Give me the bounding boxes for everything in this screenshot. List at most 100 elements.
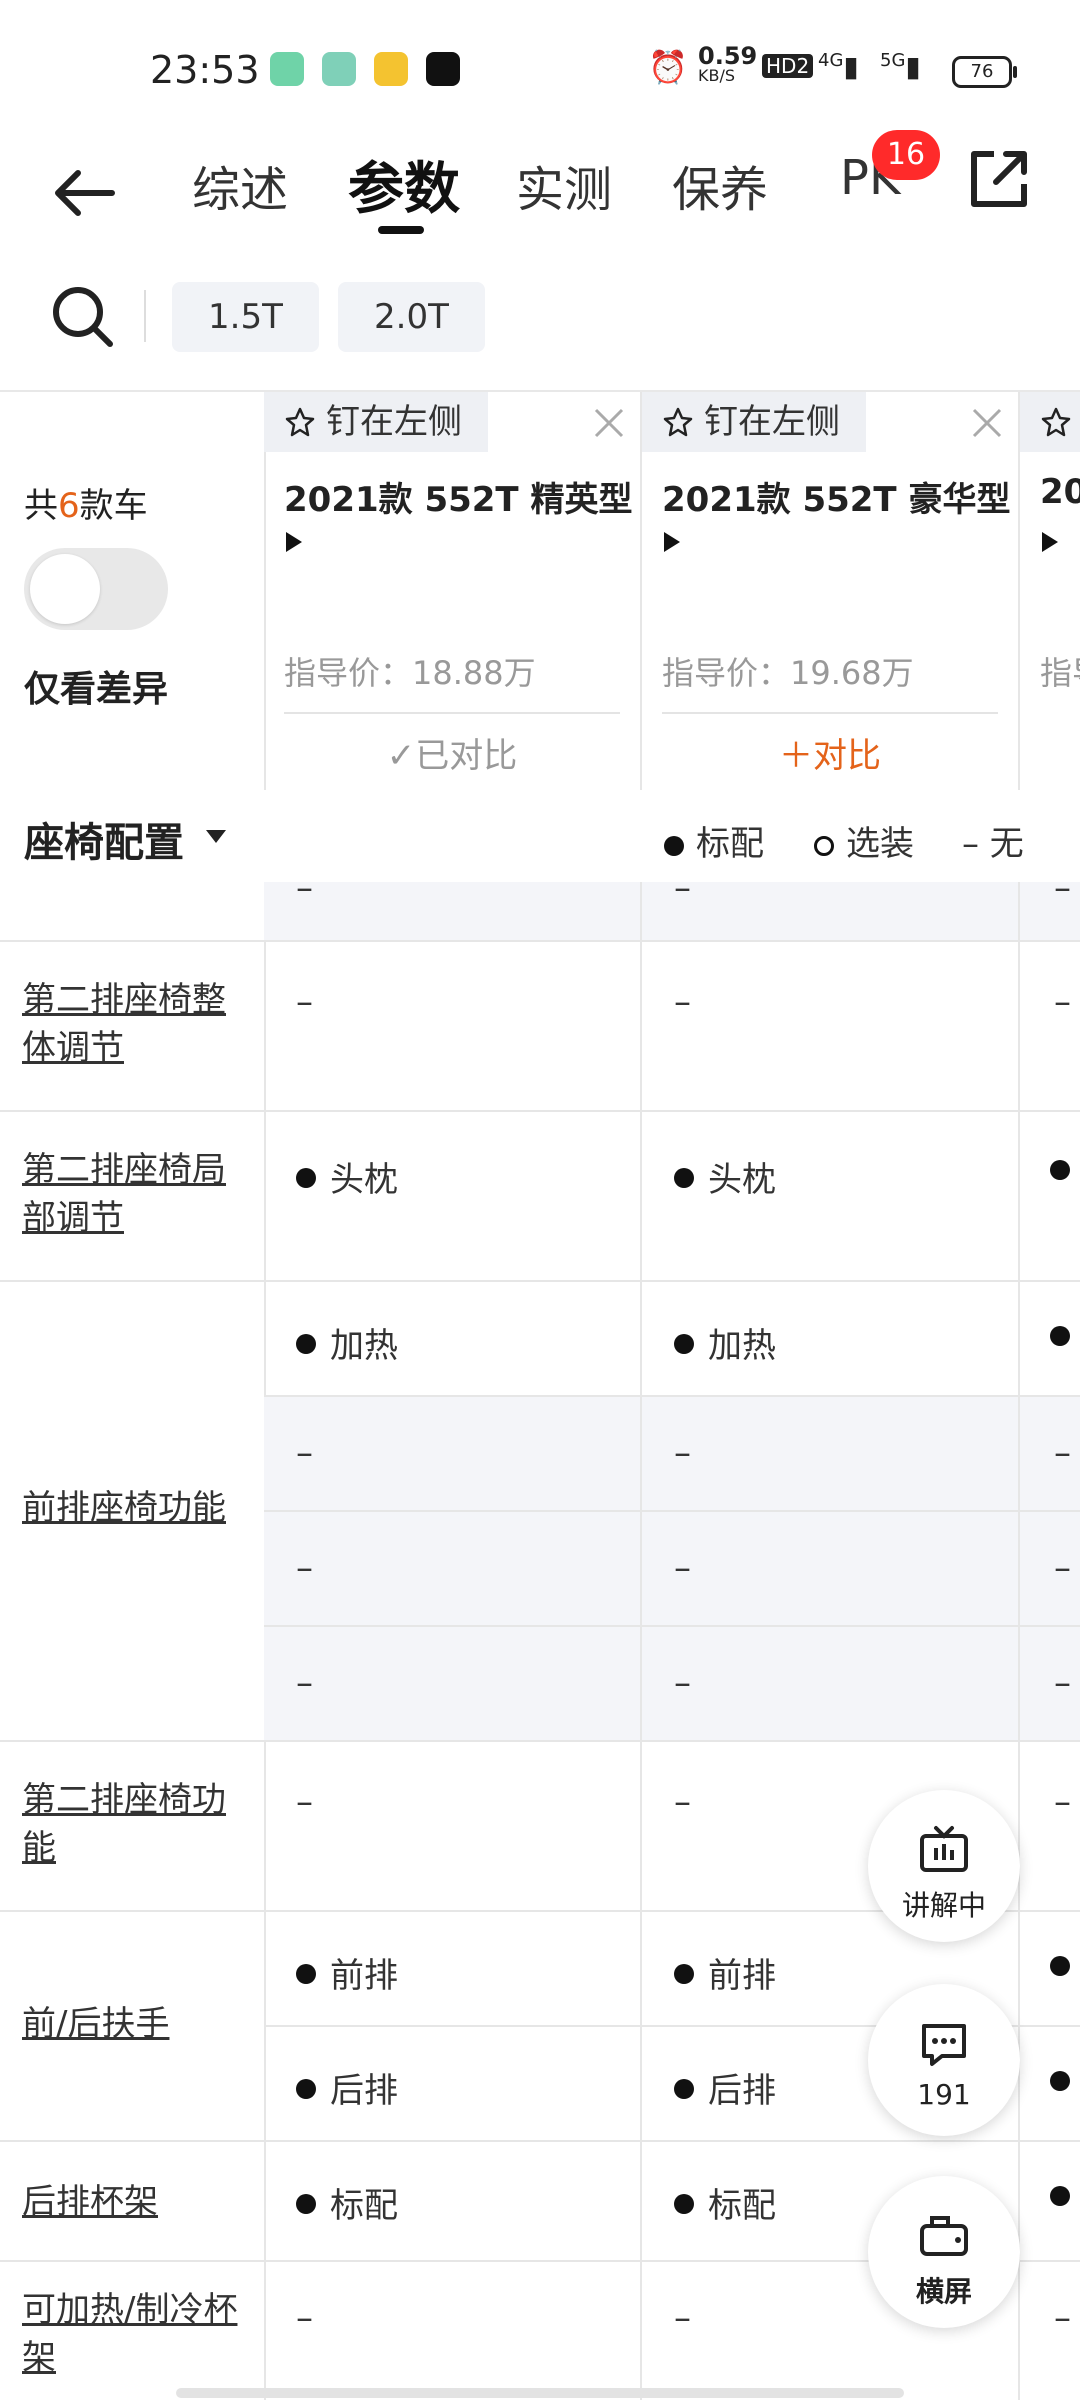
legend-standard: 标配 bbox=[664, 816, 764, 865]
table-cell: – bbox=[264, 2262, 642, 2400]
standard-dot-icon bbox=[674, 2078, 694, 2099]
table-cell: – bbox=[264, 882, 642, 942]
pin-icon bbox=[285, 407, 315, 437]
horizontal-scrollbar[interactable] bbox=[176, 2388, 904, 2398]
car-name[interactable]: 2021款 552T 豪华型 bbox=[662, 472, 1010, 521]
engine-filter-2-0t[interactable]: 2.0T bbox=[338, 282, 485, 352]
active-tab-indicator bbox=[378, 226, 424, 234]
table-cell: – bbox=[1020, 1742, 1080, 1912]
hd-icon: HD2 bbox=[762, 54, 814, 78]
standard-dot-icon bbox=[674, 2193, 694, 2214]
standard-dot-icon bbox=[1050, 2070, 1070, 2091]
table-cell: – bbox=[1020, 2262, 1080, 2400]
compare-summary: 共6款车 仅看差异 bbox=[0, 392, 266, 790]
table-cell: – bbox=[264, 1627, 642, 1742]
signal-5g-icon: 5G▮ bbox=[880, 50, 921, 83]
guide-price: 指导价：18.88万 bbox=[284, 654, 536, 692]
row-label[interactable]: 前排座椅功能 bbox=[0, 1282, 266, 1742]
table-cell: – bbox=[264, 1512, 642, 1627]
guide-price: 指导价：19.68万 bbox=[662, 654, 914, 692]
row-label[interactable]: 第二排座椅功能 bbox=[0, 1742, 266, 1912]
standard-dot-icon bbox=[674, 1167, 694, 1188]
search-icon[interactable] bbox=[48, 282, 118, 352]
pin-left-button[interactable]: 钉在左侧 bbox=[264, 392, 488, 452]
pk-count-badge: 16 bbox=[872, 130, 940, 180]
table-cell: – bbox=[642, 1627, 1020, 1742]
row-label[interactable]: 前/后扶手 bbox=[0, 1912, 266, 2142]
share-icon[interactable] bbox=[966, 146, 1032, 212]
table-cell: – bbox=[642, 1512, 1020, 1627]
table-cell bbox=[1020, 1282, 1080, 1397]
compare-header: 共6款车 仅看差异 钉在左侧 2021款 552T 精英型 指导价：18.88万… bbox=[0, 390, 1080, 792]
table-cell: – bbox=[642, 942, 1020, 1112]
tab-params[interactable]: 参数 bbox=[348, 144, 460, 225]
signal-4g-icon: 4G▮ bbox=[818, 50, 859, 83]
back-arrow-icon[interactable] bbox=[50, 158, 120, 228]
row-label bbox=[0, 882, 266, 942]
status-bar: 23:53 ⏰ 0.59 KB/S HD2 4G▮ 5G▮ 76 bbox=[0, 0, 1080, 140]
standard-dot-icon bbox=[296, 2078, 316, 2099]
compared-status[interactable]: ✓已对比 bbox=[264, 728, 640, 777]
comments-button[interactable]: 191 bbox=[868, 1984, 1020, 2136]
add-compare-button[interactable]: ＋对比 bbox=[642, 728, 1018, 777]
car-name[interactable]: 20 bbox=[1040, 472, 1080, 512]
comment-icon bbox=[922, 2024, 966, 2066]
divider bbox=[284, 712, 620, 714]
row-label[interactable]: 后排杯架 bbox=[0, 2142, 266, 2262]
play-icon[interactable] bbox=[286, 532, 302, 552]
close-icon[interactable] bbox=[592, 406, 626, 440]
chevron-down-icon[interactable] bbox=[206, 830, 226, 843]
play-icon[interactable] bbox=[664, 532, 680, 552]
tv-icon bbox=[920, 1826, 968, 1872]
landscape-button[interactable]: 横屏 bbox=[868, 2176, 1020, 2328]
table-cell bbox=[1020, 2027, 1080, 2142]
section-title[interactable]: 座椅配置 bbox=[24, 810, 184, 868]
tab-maintenance[interactable]: 保养 bbox=[672, 150, 768, 220]
divider bbox=[662, 712, 998, 714]
diff-only-label: 仅看差异 bbox=[24, 669, 169, 710]
standard-dot-icon bbox=[296, 1333, 316, 1354]
app-notification-icon bbox=[270, 52, 304, 86]
close-icon[interactable] bbox=[970, 406, 1004, 440]
engine-filter-1-5t[interactable]: 1.5T bbox=[172, 282, 319, 352]
table-cell bbox=[1020, 1112, 1080, 1282]
tab-test[interactable]: 实测 bbox=[516, 150, 612, 220]
live-explain-button[interactable]: 讲解中 bbox=[868, 1790, 1020, 1942]
top-nav: 综述 参数 实测 保养 PK 16 bbox=[0, 130, 1080, 250]
pin-left-button[interactable]: 钉在左侧 bbox=[642, 392, 866, 452]
divider bbox=[144, 290, 146, 342]
table-cell: – bbox=[1020, 1512, 1080, 1627]
car-column-1: 钉在左侧 2021款 552T 精英型 指导价：18.88万 ✓已对比 bbox=[264, 392, 642, 790]
table-cell: 头枕 bbox=[264, 1112, 642, 1282]
table-cell: – bbox=[1020, 1627, 1080, 1742]
tab-overview[interactable]: 综述 bbox=[192, 150, 288, 220]
table-cell: – bbox=[264, 1397, 642, 1512]
table-cell: – bbox=[1020, 942, 1080, 1112]
table-cell: – bbox=[264, 1742, 642, 1912]
table-cell: – bbox=[642, 1397, 1020, 1512]
table-cell bbox=[1020, 1912, 1080, 2027]
section-header: 座椅配置 标配 选装 – 无 bbox=[0, 790, 1080, 884]
pin-left-button[interactable] bbox=[1020, 392, 1080, 452]
network-speed: 0.59 KB/S bbox=[698, 42, 758, 85]
row-label[interactable]: 第二排座椅整体调节 bbox=[0, 942, 266, 1112]
diff-only-toggle[interactable] bbox=[24, 548, 168, 630]
app-notification-icon bbox=[374, 52, 408, 86]
standard-dot-icon bbox=[674, 1963, 694, 1984]
row-label[interactable]: 第二排座椅局部调节 bbox=[0, 1112, 266, 1282]
row-label[interactable]: 可加热/制冷杯架 bbox=[0, 2262, 266, 2400]
legend-optional: 选装 bbox=[814, 816, 914, 865]
car-column-3: 20 指导 bbox=[1020, 392, 1080, 790]
car-name[interactable]: 2021款 552T 精英型 bbox=[284, 472, 632, 521]
pin-icon bbox=[1041, 407, 1071, 437]
table-cell: 后排 bbox=[264, 2027, 642, 2142]
legend-none: – 无 bbox=[962, 824, 1024, 864]
guide-price: 指导 bbox=[1040, 654, 1080, 692]
app-notification-icon bbox=[322, 52, 356, 86]
car-column-2: 钉在左侧 2021款 552T 豪华型 指导价：19.68万 ＋对比 bbox=[642, 392, 1020, 790]
alarm-icon: ⏰ bbox=[648, 48, 688, 86]
table-cell: 加热 bbox=[642, 1282, 1020, 1397]
table-cell: 加热 bbox=[264, 1282, 642, 1397]
play-icon[interactable] bbox=[1042, 532, 1058, 552]
standard-dot-icon bbox=[1050, 1955, 1070, 1976]
